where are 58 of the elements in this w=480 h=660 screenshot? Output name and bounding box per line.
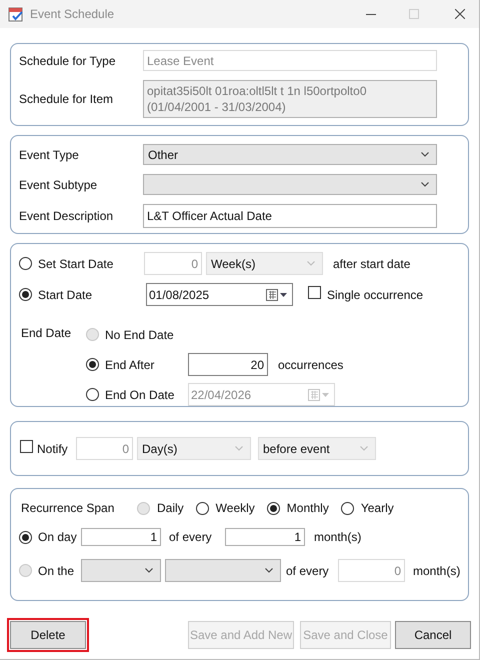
radio-button[interactable]	[86, 388, 99, 401]
chevron-icon	[421, 182, 429, 187]
radio-label: On the	[38, 562, 76, 580]
occurrences-field[interactable]: 20	[188, 353, 268, 376]
radio-label: End After	[105, 356, 156, 374]
chevron-icon	[145, 568, 153, 573]
radio-label: Yearly	[360, 500, 394, 517]
dialog-button[interactable]: Cancel	[395, 621, 471, 649]
radio-label: Daily	[157, 500, 184, 517]
field-label: Event Type	[19, 146, 80, 164]
event-type-dropdown[interactable]: Other	[143, 144, 437, 165]
schedule-item-field: opitat35i50lt 01roa:oltl5lt t 1n l50ortpolto0 (01/04/2001 - 31/03/2004)	[143, 80, 437, 118]
radio-button[interactable]	[266, 502, 280, 514]
day-field[interactable]: 1	[81, 528, 161, 546]
field-label: Event Subtype	[19, 176, 98, 194]
calendar-dropdown-icon[interactable]	[266, 288, 288, 300]
of-every-label: of every	[169, 529, 213, 546]
chevron-icon	[360, 446, 368, 451]
start-date-field[interactable]: 01/08/2025	[146, 283, 293, 306]
checkbox-label: Notify	[37, 440, 69, 458]
radio-button[interactable]	[86, 358, 99, 371]
end-date-label: End Date	[21, 325, 72, 342]
field-label: Event Description	[19, 208, 114, 225]
radio-button[interactable]	[340, 502, 354, 514]
radio-label: No End Date	[105, 326, 174, 344]
radio-label: Weekly	[216, 500, 255, 517]
calendar-icon	[8, 6, 24, 22]
radio-button[interactable]	[19, 257, 32, 270]
radio-label: Start Date	[38, 286, 94, 304]
chevron-icon	[421, 152, 429, 157]
suffix-label: after start date	[333, 256, 410, 272]
close-icon[interactable]	[455, 9, 465, 19]
months-label: month(s)	[413, 562, 460, 580]
schedule-type-field[interactable]: Lease Event	[143, 50, 437, 71]
of-every-label: of every	[286, 562, 330, 580]
radio-label: On day	[38, 529, 78, 546]
chevron-icon	[307, 261, 315, 266]
event-description-field[interactable]: L&T Officer Actual Date	[143, 204, 437, 228]
radio-button[interactable]	[19, 530, 32, 544]
radio-label: Monthly	[286, 500, 329, 517]
window-title: Event Schedule	[30, 6, 114, 23]
radio-button[interactable]	[196, 502, 209, 514]
suffix-label: occurrences	[278, 356, 344, 374]
radio-label: Set Start Date	[38, 256, 114, 272]
months-label: month(s)	[314, 529, 362, 546]
recurrence-span-label: Recurrence Span	[21, 500, 116, 517]
field-label: Schedule for Item	[19, 91, 114, 108]
chevron-icon	[265, 568, 273, 573]
checkbox[interactable]	[308, 286, 321, 298]
months-field[interactable]: 1	[225, 528, 305, 546]
radio-label: End On Date	[105, 386, 176, 404]
dialog-button[interactable]: Delete	[7, 618, 89, 652]
radio-button[interactable]	[19, 288, 32, 301]
checkbox-label: Single occurrence	[327, 286, 424, 304]
amount-field[interactable]: 0	[144, 252, 202, 275]
chevron-icon	[235, 446, 243, 451]
maximize-icon	[409, 9, 419, 19]
field-label: Schedule for Type	[19, 52, 117, 70]
